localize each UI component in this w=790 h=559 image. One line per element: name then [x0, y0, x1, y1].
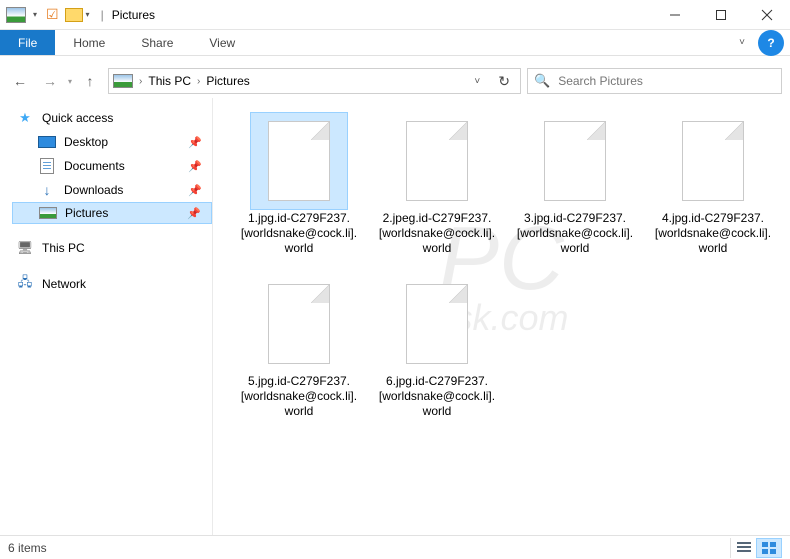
- file-name: 6.jpg.id-C279F237.[worldsnake@cock.li].w…: [376, 374, 498, 419]
- title-bar: ▾ ☑ ▾ | Pictures: [0, 0, 790, 30]
- search-box[interactable]: 🔍: [527, 68, 782, 94]
- sidebar-item-pictures[interactable]: Pictures 📌: [12, 202, 212, 224]
- this-pc-icon: 🖥: [16, 241, 34, 255]
- blank-file-icon: [544, 121, 606, 201]
- help-button[interactable]: ?: [758, 30, 784, 56]
- qa-dropdown[interactable]: ▾: [30, 10, 40, 19]
- file-item[interactable]: 3.jpg.id-C279F237.[worldsnake@cock.li].w…: [511, 113, 639, 256]
- file-item[interactable]: 5.jpg.id-C279F237.[worldsnake@cock.li].w…: [235, 276, 363, 419]
- desktop-icon: [38, 136, 56, 148]
- blank-file-icon: [682, 121, 744, 201]
- breadcrumb-this-pc[interactable]: This PC: [148, 74, 191, 88]
- navigation-bar: ← → ▾ ↑ › This PC › Pictures ˅ ↻ 🔍: [0, 64, 790, 98]
- sidebar-item-label: Pictures: [65, 206, 108, 220]
- status-bar: 6 items: [0, 535, 790, 559]
- location-icon: [113, 74, 133, 88]
- file-item[interactable]: 4.jpg.id-C279F237.[worldsnake@cock.li].w…: [649, 113, 777, 256]
- sidebar-item-label: Downloads: [64, 183, 123, 197]
- downloads-icon: ↓: [38, 183, 56, 197]
- history-dropdown[interactable]: ▾: [68, 77, 72, 86]
- file-tab[interactable]: File: [0, 30, 55, 55]
- breadcrumb-pictures[interactable]: Pictures: [206, 74, 249, 88]
- file-thumbnail: [251, 113, 347, 209]
- file-pane[interactable]: PCrisk.com 1.jpg.id-C279F237.[worldsnake…: [213, 98, 790, 535]
- minimize-button[interactable]: [652, 0, 698, 30]
- file-item[interactable]: 1.jpg.id-C279F237.[worldsnake@cock.li].w…: [235, 113, 363, 256]
- file-thumbnail: [251, 276, 347, 372]
- sidebar-item-desktop[interactable]: Desktop 📌: [12, 130, 212, 154]
- blank-file-icon: [406, 121, 468, 201]
- sidebar-item-downloads[interactable]: ↓ Downloads 📌: [12, 178, 212, 202]
- quick-access-label: Quick access: [42, 111, 113, 125]
- pictures-icon: [39, 207, 57, 219]
- sidebar-item-label: This PC: [42, 241, 85, 255]
- navigation-pane: ★ Quick access Desktop 📌 Documents 📌 ↓ D…: [0, 98, 213, 535]
- file-item[interactable]: 2.jpeg.id-C279F237.[worldsnake@cock.li].…: [373, 113, 501, 256]
- file-name: 4.jpg.id-C279F237.[worldsnake@cock.li].w…: [652, 211, 774, 256]
- pin-icon: 📌: [187, 207, 201, 220]
- chevron-right-icon[interactable]: ›: [139, 76, 142, 87]
- app-icon: [6, 7, 26, 23]
- network-icon: 🖧: [16, 277, 34, 291]
- close-button[interactable]: [744, 0, 790, 30]
- qa-customize-dropdown[interactable]: ▾: [83, 10, 93, 19]
- details-view-button[interactable]: [730, 538, 756, 558]
- item-count: 6 items: [8, 541, 47, 555]
- file-thumbnail: [527, 113, 623, 209]
- documents-icon: [40, 158, 54, 174]
- ribbon-expand-button[interactable]: ˅: [730, 30, 754, 55]
- file-name: 3.jpg.id-C279F237.[worldsnake@cock.li].w…: [514, 211, 636, 256]
- file-thumbnail: [665, 113, 761, 209]
- refresh-button[interactable]: ↻: [492, 73, 516, 90]
- sidebar-item-label: Documents: [64, 159, 125, 173]
- new-folder-icon[interactable]: [65, 8, 83, 22]
- search-input[interactable]: [558, 74, 775, 88]
- large-icons-view-button[interactable]: [756, 538, 782, 558]
- pin-icon: 📌: [188, 136, 202, 149]
- tab-share[interactable]: Share: [123, 30, 191, 55]
- pin-icon: 📌: [188, 184, 202, 197]
- quick-access-header[interactable]: ★ Quick access: [12, 106, 212, 130]
- file-name: 5.jpg.id-C279F237.[worldsnake@cock.li].w…: [238, 374, 360, 419]
- maximize-button[interactable]: [698, 0, 744, 30]
- file-name: 1.jpg.id-C279F237.[worldsnake@cock.li].w…: [238, 211, 360, 256]
- chevron-right-icon[interactable]: ›: [197, 76, 200, 87]
- file-name: 2.jpeg.id-C279F237.[worldsnake@cock.li].…: [376, 211, 498, 256]
- window-title: Pictures: [112, 8, 155, 22]
- sidebar-item-this-pc[interactable]: 🖥 This PC: [12, 236, 212, 260]
- tab-home[interactable]: Home: [55, 30, 123, 55]
- properties-icon[interactable]: ☑: [46, 6, 59, 23]
- sidebar-item-label: Network: [42, 277, 86, 291]
- up-button[interactable]: ↑: [78, 69, 102, 93]
- sidebar-item-label: Desktop: [64, 135, 108, 149]
- search-icon: 🔍: [534, 73, 550, 89]
- tab-view[interactable]: View: [191, 30, 253, 55]
- blank-file-icon: [406, 284, 468, 364]
- star-icon: ★: [16, 111, 34, 125]
- ribbon-tabs: File Home Share View ˅ ?: [0, 30, 790, 56]
- back-button[interactable]: ←: [8, 69, 32, 93]
- pin-icon: 📌: [188, 160, 202, 173]
- file-thumbnail: [389, 113, 485, 209]
- address-history-dropdown[interactable]: ˅: [468, 76, 486, 87]
- forward-button[interactable]: →: [38, 69, 62, 93]
- blank-file-icon: [268, 284, 330, 364]
- sidebar-item-network[interactable]: 🖧 Network: [12, 272, 212, 296]
- address-bar[interactable]: › This PC › Pictures ˅ ↻: [108, 68, 521, 94]
- file-item[interactable]: 6.jpg.id-C279F237.[worldsnake@cock.li].w…: [373, 276, 501, 419]
- sidebar-item-documents[interactable]: Documents 📌: [12, 154, 212, 178]
- separator: |: [101, 8, 104, 22]
- blank-file-icon: [268, 121, 330, 201]
- file-thumbnail: [389, 276, 485, 372]
